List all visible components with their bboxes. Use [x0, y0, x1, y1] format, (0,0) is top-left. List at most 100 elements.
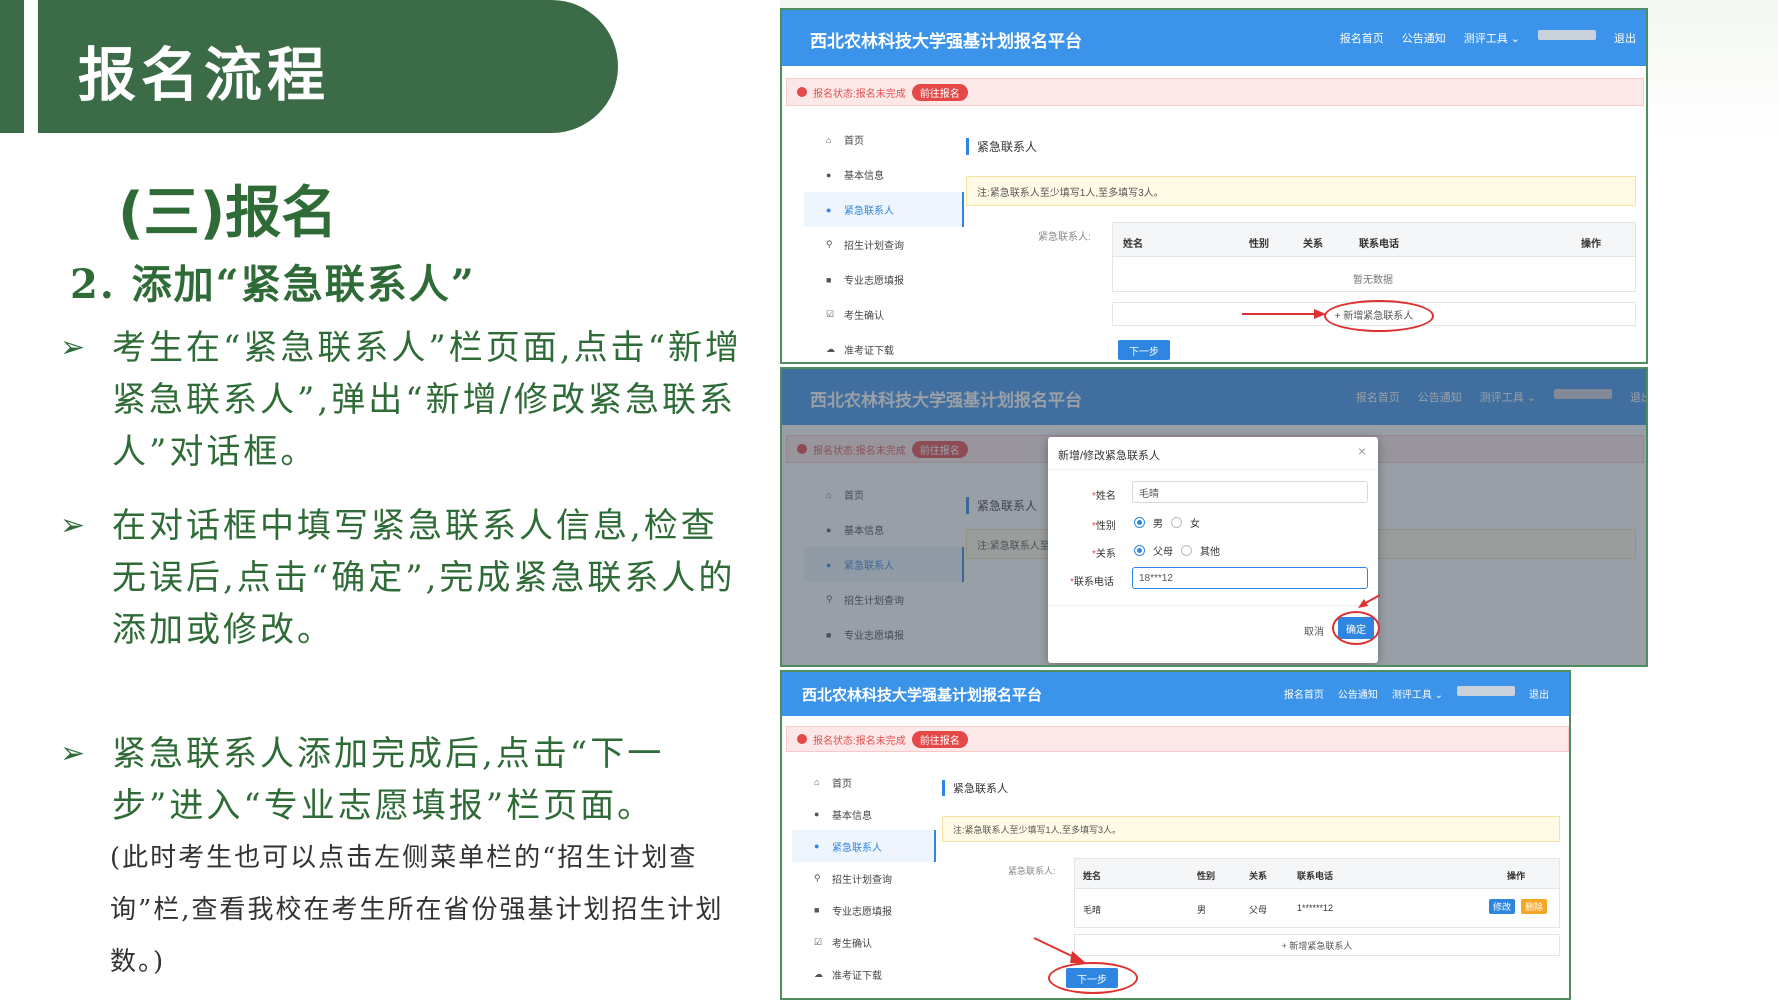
col-relation: 关系 — [1249, 871, 1268, 881]
gender-female-label: 女 — [1190, 519, 1200, 530]
sidebar-label: 专业志愿填报 — [832, 906, 892, 918]
sidebar-item-contacts[interactable]: ● 紧急联系人 — [792, 830, 936, 862]
sidebar-item-admit-card[interactable]: ☁ 准考证下载 — [804, 332, 964, 362]
contacts-table: 姓名 性别 关系 联系电话 操作 毛晴 男 父母 1******12 修改 删除 — [1074, 858, 1560, 928]
contact-dialog: 新增/修改紧急联系人 × *姓名 毛晴 *性别 男 女 *关系 父母 其他 *联… — [1048, 437, 1381, 663]
nav-logout[interactable]: 退出 — [1614, 30, 1636, 46]
dialog-divider — [1048, 469, 1378, 470]
empty-text: 暂无数据 — [1353, 275, 1393, 286]
user-avatar — [1538, 30, 1596, 40]
add-contact-button[interactable]: + 新增紧急联系人 — [1282, 939, 1353, 952]
dialog-title: 新增/修改紧急联系人 — [1058, 450, 1161, 462]
phone-input[interactable]: 18***12 — [1132, 567, 1368, 589]
cell-name: 毛晴 — [1083, 905, 1102, 915]
bullet-3: ➢ 紧急联系人添加完成后,点击“下一步”进入“专业志愿填报”栏页面。 — [60, 728, 750, 832]
bullet-1: ➢ 考生在“紧急联系人”栏页面,点击“新增紧急联系人”,弹出“新增/修改紧急联系… — [60, 322, 750, 478]
status-label: 报名状态:报名未完成 — [813, 88, 906, 100]
user-avatar — [1457, 686, 1515, 696]
go-register-button[interactable]: 前往报名 — [911, 83, 968, 101]
cancel-button[interactable]: 取消 — [1304, 623, 1324, 638]
relation-other-radio[interactable] — [1181, 545, 1192, 556]
col-phone: 联系电话 — [1297, 871, 1334, 881]
sidebar-item-basic-info[interactable]: ● 基本信息 — [804, 157, 964, 192]
relation-radio-group: 父母 其他 — [1134, 543, 1220, 558]
app-title: 西北农林科技大学强基计划报名平台 — [810, 32, 1082, 51]
relation-other-label: 其他 — [1200, 547, 1220, 558]
gender-female-radio[interactable] — [1171, 517, 1182, 528]
form-icon: ■ — [826, 274, 832, 285]
col-name: 姓名 — [1123, 239, 1143, 250]
relation-parent-label: 父母 — [1153, 547, 1173, 558]
name-input[interactable]: 毛晴 — [1132, 481, 1368, 503]
highlight-ring — [1332, 611, 1380, 645]
cell-relation: 父母 — [1249, 905, 1268, 915]
title-banner: 报名流程 — [38, 0, 618, 133]
sidebar-item-home[interactable]: ⌂ 首页 — [804, 122, 964, 157]
sidebar: ⌂ 首页 ● 基本信息 ● 紧急联系人 ⚲ 招生计划查询 ■ 专业志愿填报 ☑ 考生确认 ☁… — [792, 766, 936, 990]
close-icon[interactable]: × — [1358, 443, 1366, 459]
home-icon: ⌂ — [826, 134, 832, 145]
gender-radio-group: 男 女 — [1134, 515, 1200, 530]
sidebar-item-plan-query[interactable]: ⚲ 招生计划查询 — [792, 862, 936, 894]
arrow-icon: ➢ — [60, 508, 89, 543]
search-icon: ⚲ — [814, 872, 821, 883]
bullet-2: ➢ 在对话框中填写紧急联系人信息,检查无误后,点击“确定”,完成紧急联系人的添加… — [60, 500, 750, 656]
sidebar-item-confirm[interactable]: ☑ 考生确认 — [792, 926, 936, 958]
slide: 报名流程 (三)报名 2. 添加“紧急联系人” ➢ 考生在“紧急联系人”栏页面,… — [0, 0, 1778, 1000]
highlight-ring — [1048, 962, 1138, 994]
pointer-arrow-icon — [1033, 937, 1086, 963]
bullet-text: 在对话框中填写紧急联系人信息,检查无误后,点击“确定”,完成紧急联系人的添加或修… — [112, 506, 736, 650]
note-text: (此时考生也可以点击左侧菜单栏的“招生计划查询”栏,查看我校在考生所在省份强基计… — [110, 843, 724, 977]
sidebar-item-admit-card[interactable]: ☁ 准考证下载 — [792, 958, 936, 990]
nav-tools[interactable]: 测评工具 ⌄ — [1464, 30, 1520, 46]
contact-icon: ● — [814, 841, 820, 851]
pointer-arrow-icon — [1358, 594, 1381, 608]
sidebar-label: 紧急联系人 — [844, 206, 894, 217]
alert-icon — [797, 87, 807, 97]
sidebar-label: 准考证下载 — [832, 970, 882, 982]
delete-button[interactable]: 删除 — [1521, 899, 1548, 914]
sidebar-label: 招生计划查询 — [844, 241, 904, 252]
sidebar-label: 准考证下载 — [844, 346, 894, 357]
sidebar-item-basic-info[interactable]: ● 基本信息 — [792, 798, 936, 830]
screenshot-contacts-empty: 西北农林科技大学强基计划报名平台 报名首页 公告通知 测评工具 ⌄ 退出 报名状… — [780, 8, 1648, 364]
nav-home[interactable]: 报名首页 — [1340, 30, 1384, 46]
sidebar-label: 基本信息 — [832, 810, 872, 822]
section-title: (三)报名 — [118, 181, 338, 246]
nav-tools[interactable]: 测评工具 ⌄ — [1392, 686, 1443, 701]
sidebar-item-plan-query[interactable]: ⚲ 招生计划查询 — [804, 227, 964, 262]
sidebar-item-home[interactable]: ⌂ 首页 — [792, 766, 936, 798]
relation-label: *关系 — [1092, 549, 1116, 560]
cell-gender: 男 — [1197, 905, 1207, 915]
page-title: 紧急联系人 — [966, 138, 1037, 155]
nav-notices[interactable]: 公告通知 — [1338, 686, 1378, 701]
sidebar-item-confirm[interactable]: ☑ 考生确认 — [804, 297, 964, 332]
screenshot-dialog: 西北农林科技大学强基计划报名平台 报名首页 公告通知 测评工具 ⌄ 退出 报名状… — [780, 367, 1648, 667]
download-icon: ☁ — [826, 344, 835, 354]
nav-logout[interactable]: 退出 — [1529, 686, 1549, 701]
nav-home[interactable]: 报名首页 — [1284, 686, 1324, 701]
sidebar-item-contacts[interactable]: ● 紧急联系人 — [804, 192, 964, 227]
relation-parent-radio[interactable] — [1134, 545, 1145, 556]
phone-label: *联系电话 — [1070, 577, 1114, 588]
arrow-icon: ➢ — [60, 736, 89, 771]
edit-button[interactable]: 修改 — [1489, 899, 1516, 914]
contacts-label: 紧急联系人: — [1038, 232, 1091, 243]
alert-icon — [797, 734, 807, 744]
sidebar-item-major-choice[interactable]: ■ 专业志愿填报 — [792, 894, 936, 926]
app-header: 西北农林科技大学强基计划报名平台 报名首页 公告通知 测评工具 ⌄ 退出 — [782, 672, 1569, 716]
col-phone: 联系电话 — [1359, 239, 1399, 250]
sidebar-label: 首页 — [832, 778, 852, 790]
form-icon: ■ — [814, 905, 820, 915]
go-register-button[interactable]: 前往报名 — [911, 730, 968, 748]
gender-male-radio[interactable] — [1134, 517, 1145, 528]
next-button[interactable]: 下一步 — [1118, 340, 1170, 360]
col-name: 姓名 — [1083, 871, 1102, 881]
nav-notices[interactable]: 公告通知 — [1402, 30, 1446, 46]
col-gender: 性别 — [1249, 239, 1269, 250]
download-icon: ☁ — [814, 968, 823, 979]
user-icon: ● — [826, 169, 832, 180]
dialog-divider — [1048, 605, 1378, 606]
top-nav: 报名首页 公告通知 测评工具 ⌄ 退出 — [1284, 686, 1549, 701]
sidebar-item-major-choice[interactable]: ■ 专业志愿填报 — [804, 262, 964, 297]
